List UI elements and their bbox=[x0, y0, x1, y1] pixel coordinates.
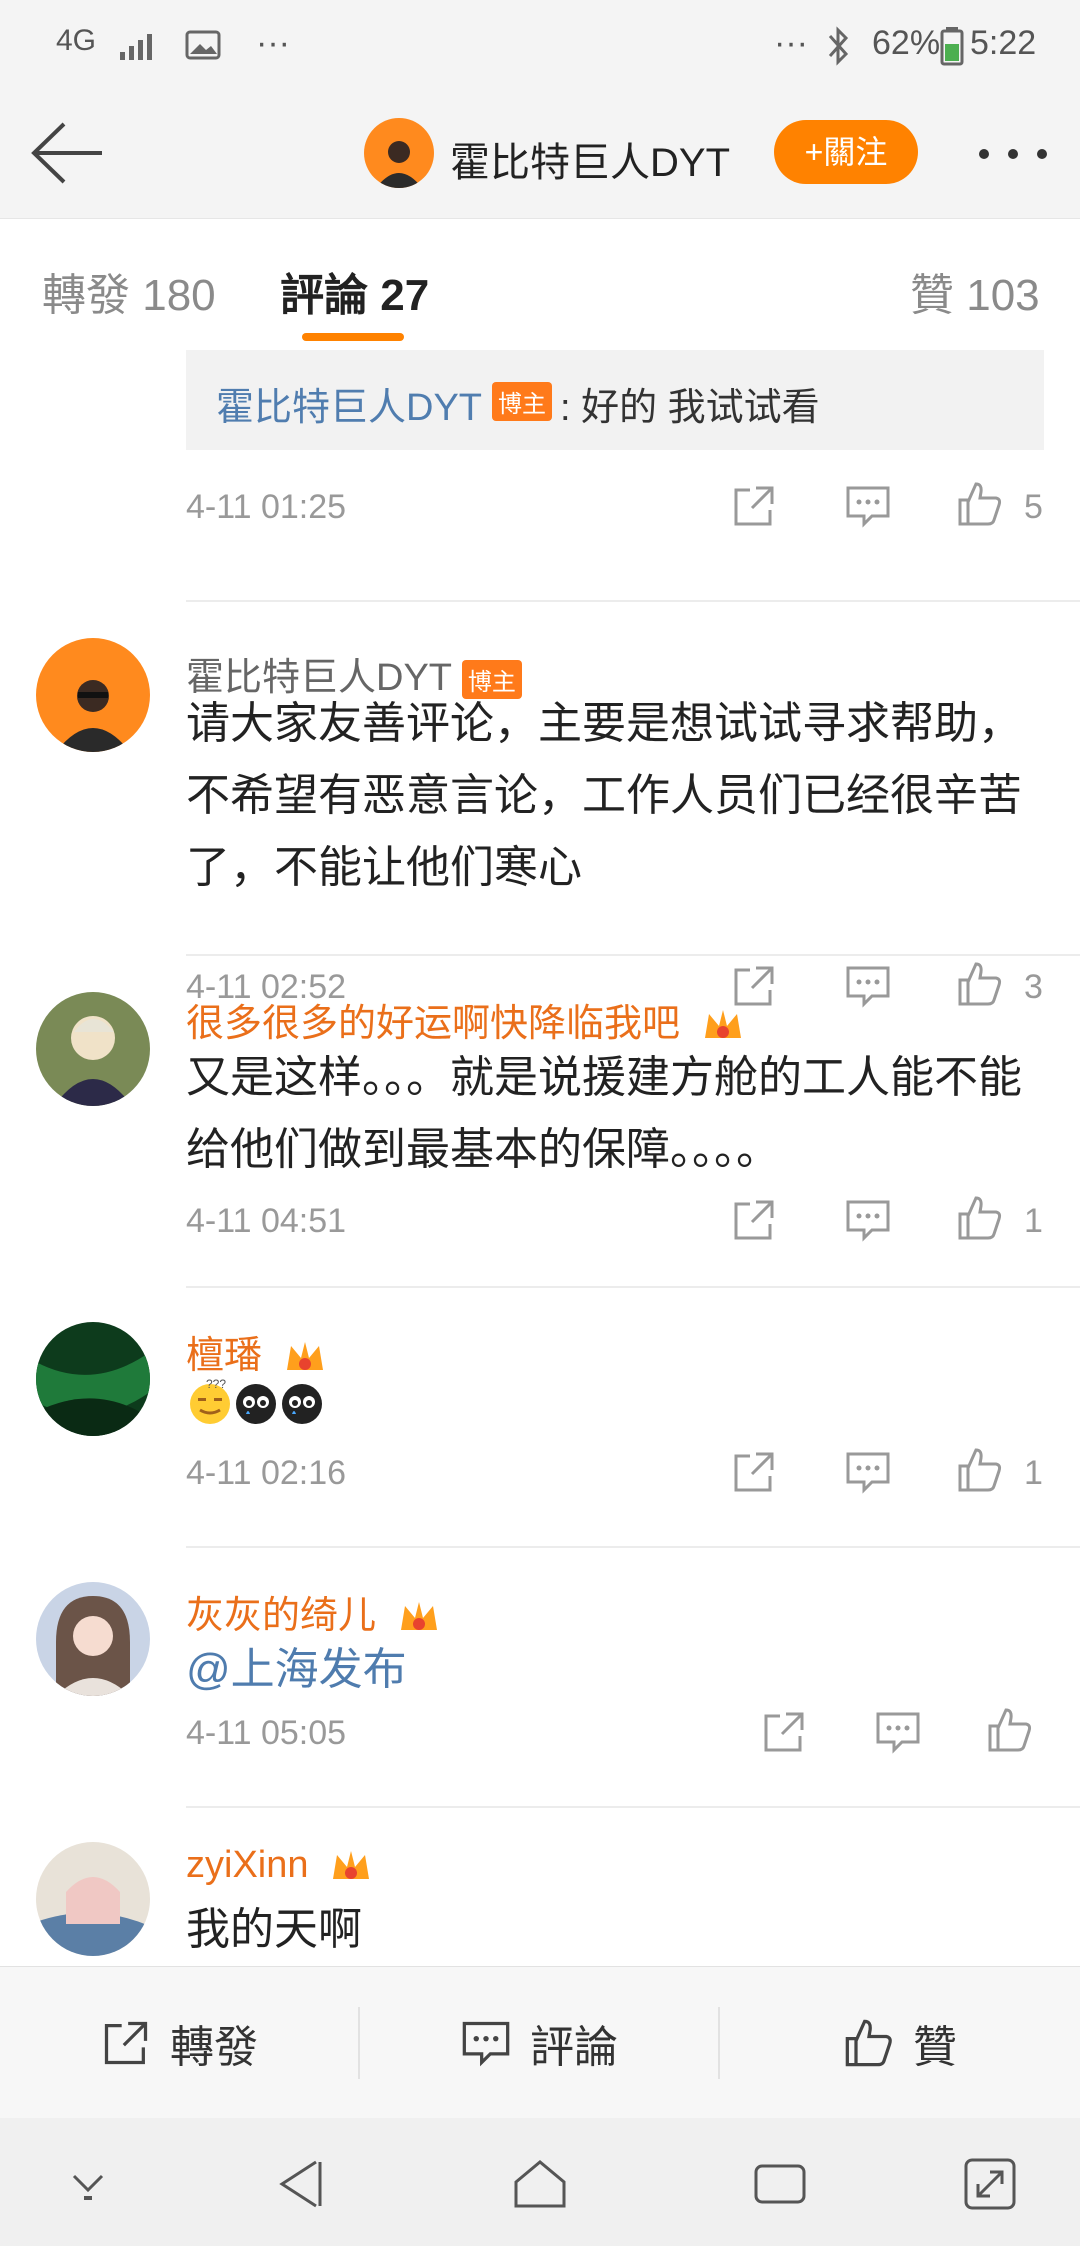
avatar[interactable] bbox=[36, 638, 150, 752]
comment-author[interactable]: 很多很多的好运啊快降临我吧 bbox=[186, 992, 745, 1047]
header-avatar[interactable] bbox=[364, 118, 434, 188]
svg-text:???: ??? bbox=[206, 1378, 226, 1391]
battery-icon bbox=[940, 27, 964, 66]
share-icon bbox=[104, 2021, 148, 2065]
share-icon[interactable] bbox=[730, 1448, 778, 1496]
comment-icon[interactable] bbox=[844, 482, 892, 530]
bluetooth-icon bbox=[828, 26, 849, 66]
comment-time: 4-11 02:16 bbox=[186, 1454, 347, 1492]
comment-author[interactable]: 檀璠 bbox=[186, 1324, 327, 1379]
comment-icon[interactable] bbox=[844, 1448, 892, 1496]
comment-label: 評論 bbox=[530, 2023, 618, 2072]
comment-author-name[interactable]: 很多很多的好运啊快降临我吧 bbox=[186, 1003, 680, 1045]
comment-text: 又是这样。。。就是说援建方舱的工人能不能给他们做到最基本的保障。。。。 bbox=[186, 1053, 1022, 1174]
reply-text: : 好的 我试试看 bbox=[560, 387, 820, 429]
comment-button[interactable]: 評論 bbox=[360, 1967, 718, 2119]
status-bar: 4G ··· ··· 62% 5:22 bbox=[0, 0, 1080, 90]
image-icon bbox=[185, 30, 221, 60]
comment-author-name[interactable]: zyiXinn bbox=[186, 1844, 309, 1886]
share-icon[interactable] bbox=[730, 482, 778, 530]
home-nav-icon[interactable] bbox=[510, 2156, 570, 2212]
comment-list[interactable]: 霍比特巨人DYT 博主 : 好的 我试试看 4-11 01:25 5 霍比特巨人… bbox=[0, 350, 1080, 1966]
app-header: 霍比特巨人DYT +關注 bbox=[0, 90, 1080, 218]
clock: 5:22 bbox=[970, 24, 1037, 62]
like-icon[interactable] bbox=[956, 1194, 1004, 1242]
recents-nav-icon[interactable] bbox=[752, 2162, 808, 2206]
tab-repost[interactable]: 轉發 180 bbox=[42, 259, 216, 323]
share-icon[interactable] bbox=[760, 1708, 808, 1756]
like-icon bbox=[845, 2019, 892, 2067]
tab-likes-label: 贊 bbox=[910, 271, 954, 320]
avatar[interactable] bbox=[36, 1322, 150, 1436]
tab-likes-count: 103 bbox=[966, 271, 1040, 320]
mention-link[interactable]: @上海发布 bbox=[186, 1634, 1046, 1706]
like-icon[interactable] bbox=[986, 1706, 1034, 1754]
author-badge: 博主 bbox=[492, 382, 552, 421]
vip-crown-icon bbox=[286, 1341, 323, 1370]
tab-repost-label: 轉發 bbox=[42, 271, 130, 320]
reply-author[interactable]: 霍比特巨人DYT bbox=[216, 376, 482, 431]
vip-crown-icon bbox=[400, 1601, 437, 1630]
network-indicator: 4G bbox=[56, 24, 97, 57]
header-username[interactable]: 霍比特巨人DYT bbox=[450, 130, 730, 188]
more-status: ··· bbox=[774, 24, 808, 62]
thinking-emoji: ??? bbox=[190, 1377, 230, 1424]
crying-emoji bbox=[282, 1384, 322, 1424]
tab-likes[interactable]: 贊 103 bbox=[910, 259, 1040, 323]
comment-author[interactable]: zyiXinn bbox=[186, 1844, 373, 1887]
vip-crown-icon bbox=[704, 1009, 741, 1038]
comment-item: 4-11 01:25 5 bbox=[0, 450, 1080, 602]
back-nav-icon[interactable] bbox=[276, 2156, 326, 2212]
comment-item: 灰灰的绮儿 @上海发布 4-11 05:05 bbox=[0, 1548, 1080, 1806]
repost-label: 轉發 bbox=[170, 2023, 258, 2072]
like-icon[interactable] bbox=[956, 480, 1004, 528]
repost-button[interactable]: 轉發 bbox=[0, 1967, 358, 2119]
like-count: 1 bbox=[1024, 1202, 1043, 1240]
comment-item: 霍比特巨人DYT 博主 请大家友善评论，主要是想试试寻求帮助，不希望有恶意言论，… bbox=[0, 602, 1080, 1008]
tab-comments-count: 27 bbox=[380, 271, 430, 320]
like-icon[interactable] bbox=[956, 1446, 1004, 1494]
comment-icon[interactable] bbox=[874, 1708, 922, 1756]
vip-crown-icon bbox=[333, 1850, 370, 1879]
like-button[interactable]: 贊 bbox=[720, 1967, 1080, 2119]
tab-comments-label: 評論 bbox=[280, 271, 368, 320]
comment-author-name[interactable]: 灰灰的绮儿 bbox=[186, 1595, 376, 1637]
comment-icon bbox=[462, 2021, 510, 2067]
reply-preview[interactable]: 霍比特巨人DYT 博主 : 好的 我试试看 bbox=[186, 350, 1044, 450]
screen-resize-icon[interactable] bbox=[962, 2156, 1018, 2212]
active-tab-indicator bbox=[302, 333, 404, 341]
like-count: 5 bbox=[1024, 488, 1043, 526]
avatar[interactable] bbox=[36, 1582, 150, 1696]
crying-emoji bbox=[236, 1384, 276, 1424]
signal-icon bbox=[120, 34, 152, 60]
comment-author-name[interactable]: 檀璠 bbox=[186, 1335, 262, 1377]
like-label: 贊 bbox=[913, 2023, 957, 2072]
comment-item: 很多很多的好运啊快降临我吧 又是这样。。。就是说援建方舱的工人能不能给他们做到最… bbox=[0, 956, 1080, 1286]
bottom-action-bar: 轉發 評論 贊 bbox=[0, 1966, 1080, 2118]
comment-text: 请大家友善评论，主要是想试试寻求帮助，不希望有恶意言论，工作人员们已经很辛苦了，… bbox=[186, 699, 1022, 892]
avatar[interactable] bbox=[36, 1842, 150, 1956]
more-options-icon[interactable] bbox=[976, 142, 1050, 166]
comment-time: 4-11 04:51 bbox=[186, 1202, 347, 1240]
tab-repost-count: 180 bbox=[142, 271, 216, 320]
comment-icon[interactable] bbox=[844, 1196, 892, 1244]
comment-item: zyiXinn 我的天啊 bbox=[0, 1808, 1080, 1966]
comment-item: 檀璠 ??? 4-11 02:16 1 bbox=[0, 1288, 1080, 1546]
back-arrow-icon[interactable] bbox=[28, 120, 106, 186]
battery-percent: 62% bbox=[872, 24, 941, 62]
follow-button[interactable]: +關注 bbox=[774, 120, 918, 184]
comment-emojis: ??? bbox=[186, 1377, 326, 1428]
system-nav-bar bbox=[0, 2118, 1080, 2246]
hide-keyboard-icon[interactable] bbox=[64, 2166, 112, 2202]
tabs-bar: 轉發 180 評論 27 贊 103 bbox=[0, 218, 1080, 350]
comment-author[interactable]: 灰灰的绮儿 bbox=[186, 1584, 441, 1639]
share-icon[interactable] bbox=[730, 1196, 778, 1244]
comment-text: 我的天啊 bbox=[186, 1905, 362, 1954]
tab-comments[interactable]: 評論 27 bbox=[280, 259, 429, 323]
like-count: 1 bbox=[1024, 1454, 1043, 1492]
more-notifications: ··· bbox=[256, 24, 290, 62]
comment-time: 4-11 05:05 bbox=[186, 1714, 347, 1752]
comment-time: 4-11 01:25 bbox=[186, 488, 347, 526]
avatar[interactable] bbox=[36, 992, 150, 1106]
